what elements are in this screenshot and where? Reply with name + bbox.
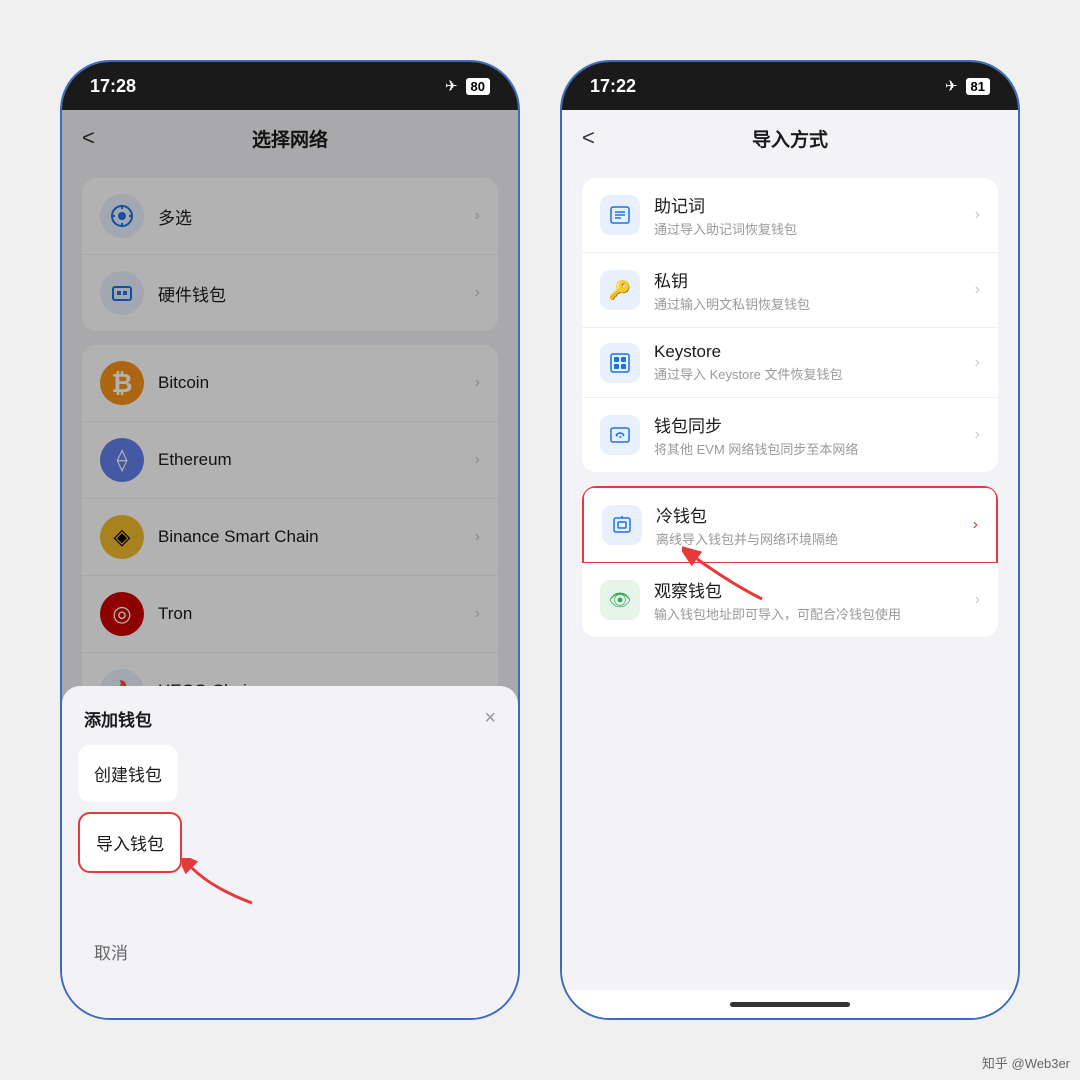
- keystore-chevron: ›: [975, 354, 980, 372]
- walletsync-chevron: ›: [975, 426, 980, 444]
- keystore-icon: [600, 343, 640, 383]
- bottom-sheet-header: 添加钱包 ×: [62, 686, 518, 745]
- home-bar-right: [730, 1002, 850, 1007]
- import-methods-content: 助记词 通过导入助记词恢复钱包 › 🔑 私钥 通过输入明文私钥恢复钱包 ›: [562, 166, 1018, 990]
- import-item-watchonly[interactable]: 👁 观察钱包 输入钱包地址即可导入，可配合冷钱包使用 ›: [582, 563, 998, 637]
- import-group-2-wrapper: 冷钱包 离线导入钱包并与网络环境隔绝 › 👁 观察钱包 输入钱包地址即可导入，可…: [582, 486, 998, 637]
- phone-left: 17:28 ✈ 80 < 选择网络: [60, 60, 520, 1020]
- home-indicator-right: [562, 990, 1018, 1018]
- privatekey-chevron: ›: [975, 281, 980, 299]
- status-time-right: 17:22: [590, 76, 636, 97]
- privatekey-text: 私钥 通过输入明文私钥恢复钱包: [654, 267, 975, 313]
- battery-left: 80: [466, 78, 490, 95]
- arrow-annotation-right: [682, 544, 772, 609]
- bottom-sheet-title: 添加钱包: [84, 706, 152, 731]
- keystore-title: Keystore: [654, 342, 975, 362]
- import-group-2: 冷钱包 离线导入钱包并与网络环境隔绝 › 👁 观察钱包 输入钱包地址即可导入，可…: [582, 486, 998, 637]
- walletsync-title: 钱包同步: [654, 412, 975, 437]
- privatekey-title: 私钥: [654, 267, 975, 292]
- import-item-coldwallet[interactable]: 冷钱包 离线导入钱包并与网络环境隔绝 ›: [582, 486, 998, 564]
- arrow-annotation-left: [182, 858, 262, 913]
- status-bar-left: 17:28 ✈ 80: [62, 62, 518, 110]
- status-bar-right: 17:22 ✈ 81: [562, 62, 1018, 110]
- walletsync-icon: [600, 415, 640, 455]
- airplane-icon-left: ✈: [445, 77, 458, 95]
- watermark: 知乎 @Web3er: [982, 1053, 1070, 1072]
- airplane-icon-right: ✈: [945, 77, 958, 95]
- import-item-mnemonic[interactable]: 助记词 通过导入助记词恢复钱包 ›: [582, 178, 998, 253]
- bottom-sheet: 添加钱包 × 创建钱包 导入钱包: [62, 686, 518, 1018]
- coldwallet-text: 冷钱包 离线导入钱包并与网络环境隔绝: [656, 502, 973, 548]
- phone-right: 17:22 ✈ 81 < 导入方式: [560, 60, 1020, 1020]
- privatekey-subtitle: 通过输入明文私钥恢复钱包: [654, 294, 975, 313]
- mnemonic-subtitle: 通过导入助记词恢复钱包: [654, 219, 975, 238]
- coldwallet-chevron: ›: [973, 516, 978, 534]
- page-title-right: 导入方式: [752, 125, 828, 152]
- walletsync-subtitle: 将其他 EVM 网络钱包同步至本网络: [654, 439, 975, 458]
- cancel-button[interactable]: 取消: [78, 923, 144, 980]
- keystore-text: Keystore 通过导入 Keystore 文件恢复钱包: [654, 342, 975, 383]
- mnemonic-text: 助记词 通过导入助记词恢复钱包: [654, 192, 975, 238]
- import-item-walletsync[interactable]: 钱包同步 将其他 EVM 网络钱包同步至本网络 ›: [582, 398, 998, 472]
- mnemonic-chevron: ›: [975, 206, 980, 224]
- mnemonic-title: 助记词: [654, 192, 975, 217]
- privatekey-icon: 🔑: [600, 270, 640, 310]
- watchonly-icon: 👁: [600, 580, 640, 620]
- import-item-privatekey[interactable]: 🔑 私钥 通过输入明文私钥恢复钱包 ›: [582, 253, 998, 328]
- import-wallet-button[interactable]: 导入钱包: [78, 812, 182, 873]
- walletsync-text: 钱包同步 将其他 EVM 网络钱包同步至本网络: [654, 412, 975, 458]
- status-icons-right: ✈ 81: [945, 77, 990, 95]
- import-group-1: 助记词 通过导入助记词恢复钱包 › 🔑 私钥 通过输入明文私钥恢复钱包 ›: [582, 178, 998, 472]
- coldwallet-icon: [602, 505, 642, 545]
- back-button-right[interactable]: <: [582, 125, 595, 151]
- keystore-subtitle: 通过导入 Keystore 文件恢复钱包: [654, 364, 975, 383]
- import-item-keystore[interactable]: Keystore 通过导入 Keystore 文件恢复钱包 ›: [582, 328, 998, 398]
- mnemonic-icon: [600, 195, 640, 235]
- battery-right: 81: [966, 78, 990, 95]
- status-icons-left: ✈ 80: [445, 77, 490, 95]
- create-wallet-button[interactable]: 创建钱包: [78, 745, 178, 802]
- coldwallet-title: 冷钱包: [656, 502, 973, 527]
- screen-left: < 选择网络: [62, 110, 518, 1018]
- watchonly-chevron: ›: [975, 591, 980, 609]
- bottom-sheet-close-button[interactable]: ×: [484, 707, 496, 730]
- nav-bar-right: < 导入方式: [562, 110, 1018, 166]
- status-time-left: 17:28: [90, 76, 136, 97]
- screen-right: < 导入方式 助记词: [562, 110, 1018, 1018]
